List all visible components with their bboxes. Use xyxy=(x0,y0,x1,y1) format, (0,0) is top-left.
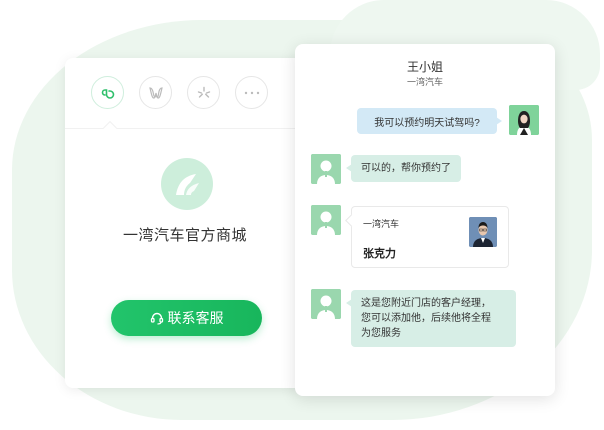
customer-avatar xyxy=(509,105,539,135)
tab-divider xyxy=(65,128,305,129)
shop-card: 一湾汽车官方商城 联系客服 xyxy=(65,58,305,388)
mini-program-icon[interactable] xyxy=(91,76,124,109)
contact-service-button[interactable]: 联系客服 xyxy=(111,300,262,336)
brand-icon[interactable] xyxy=(139,76,172,109)
contact-card[interactable]: 一湾汽车 张克力 xyxy=(351,206,509,268)
shop-name: 一湾汽车官方商城 xyxy=(122,227,247,244)
agent-avatar xyxy=(311,205,341,235)
shop-logo xyxy=(161,158,213,210)
chat-subtitle: 一湾汽车 xyxy=(406,77,443,87)
tab-icon-row xyxy=(91,76,268,109)
agent-message: 这是您附近门店的客户经理， 您可以添加他，后续他将全程 为您服务 xyxy=(346,290,516,347)
headset-icon xyxy=(150,312,163,325)
chat-title: 王小姐 xyxy=(406,60,443,74)
more-icon[interactable] xyxy=(235,76,268,109)
contact-photo xyxy=(469,217,497,247)
agent-avatar xyxy=(311,289,341,319)
tab-pointer xyxy=(102,120,118,136)
customer-message-text: 我可以预约明天试驾吗? xyxy=(374,117,480,129)
agent-message-line: 这是您附近门店的客户经理， xyxy=(361,298,491,309)
agent-message-text: 可以的，帮你预约了 xyxy=(361,163,451,174)
contact-name: 张克力 xyxy=(363,248,396,260)
contact-service-label: 联系客服 xyxy=(167,310,224,326)
chat-window: 王小姐 一湾汽车 我可以预约明天试驾吗? 可以的，帮你预约了 一湾汽车 张克力 … xyxy=(295,44,555,396)
agent-message: 可以的，帮你预约了 xyxy=(346,155,461,182)
agent-message-line: 为您服务 xyxy=(361,328,401,339)
sparkle-icon[interactable] xyxy=(187,76,220,109)
agent-avatar xyxy=(311,154,341,184)
customer-message: 我可以预约明天试驾吗? xyxy=(357,108,502,134)
agent-message-line: 您可以添加他，后续他将全程 xyxy=(361,313,491,324)
contact-company: 一湾汽车 xyxy=(363,219,400,229)
